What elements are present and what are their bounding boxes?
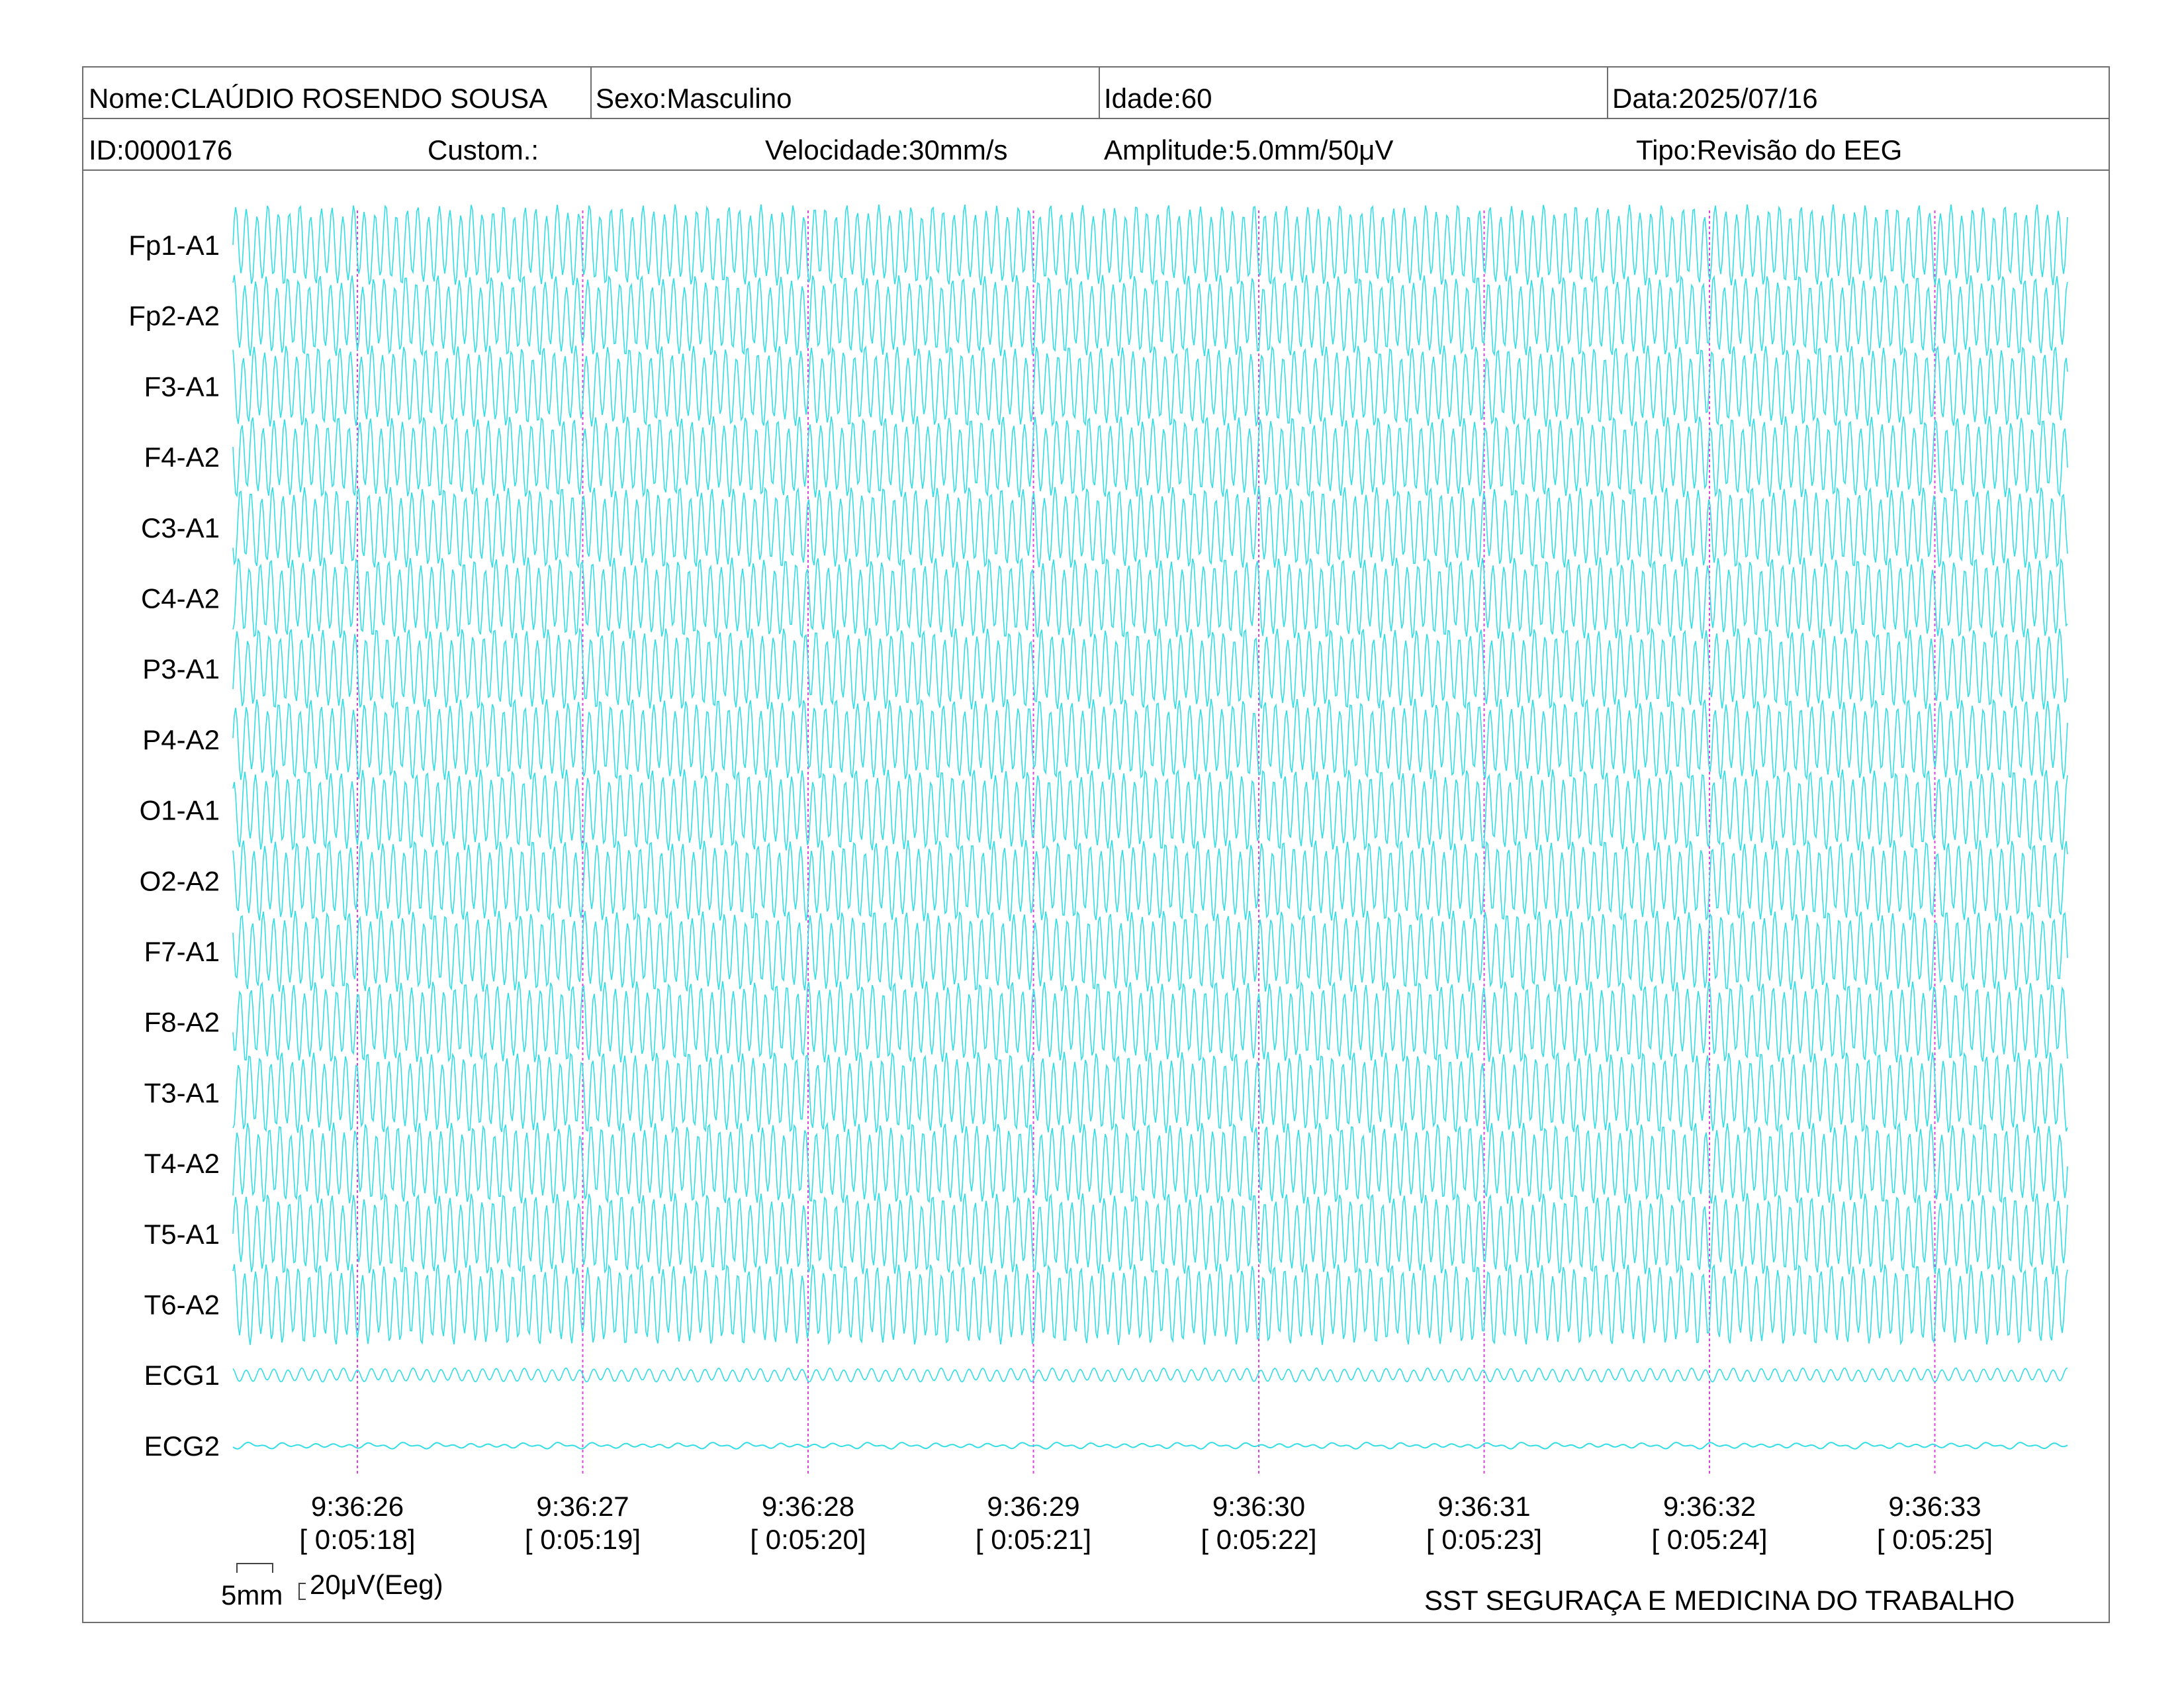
channel-label: F7-A1 (144, 936, 220, 967)
channel-label: ECG1 (144, 1360, 220, 1391)
channel-label: C3-A1 (141, 512, 220, 543)
time-labels: 9:36:26[ 0:05:18] 9:36:27[ 0:05:19] 9:36:2… (299, 1491, 1993, 1555)
elapsed-time-label: [ 0:05:18] (299, 1524, 415, 1555)
channel-label: O2-A2 (140, 865, 220, 896)
clock-time-label: 9:36:32 (1663, 1491, 1756, 1522)
elapsed-time-label: [ 0:05:21] (976, 1524, 1091, 1555)
clock-time-label: 9:36:31 (1437, 1491, 1530, 1522)
channel-label: C4-A2 (141, 583, 220, 614)
company-name: SST SEGURAÇA E MEDICINA DO TRABALHO (1424, 1585, 2015, 1616)
clock-time-label: 9:36:26 (311, 1491, 404, 1522)
channel-trace (232, 1193, 2068, 1275)
time-scale-icon (236, 1563, 273, 1573)
channel-trace (232, 910, 2068, 992)
channel-trace (232, 1442, 2068, 1450)
elapsed-time-label: [ 0:05:23] (1426, 1524, 1542, 1555)
elapsed-time-label: [ 0:05:25] (1877, 1524, 1993, 1555)
channel-trace (232, 981, 2068, 1063)
clock-time-label: 9:36:29 (987, 1491, 1079, 1522)
channel-label: ECG2 (144, 1430, 220, 1462)
channel-trace (232, 345, 2068, 428)
eeg-traces (232, 204, 2068, 1450)
elapsed-time-label: [ 0:05:24] (1651, 1524, 1767, 1555)
channel-label: F8-A2 (144, 1007, 220, 1038)
channel-label: Fp2-A2 (128, 301, 220, 332)
elapsed-time-label: [ 0:05:22] (1201, 1524, 1316, 1555)
channel-label: T6-A2 (144, 1289, 220, 1321)
elapsed-time-label: [ 0:05:19] (525, 1524, 641, 1555)
channel-trace (232, 204, 2068, 286)
channel-label: F3-A1 (144, 371, 220, 402)
channel-trace (232, 416, 2068, 498)
channel-label: F4-A2 (144, 442, 220, 473)
clock-time-label: 9:36:28 (762, 1491, 854, 1522)
channel-label: T4-A2 (144, 1148, 220, 1179)
channel-trace (232, 1367, 2068, 1383)
channel-trace (232, 557, 2068, 639)
clock-time-label: 9:36:27 (536, 1491, 629, 1522)
channel-trace (232, 769, 2068, 851)
amplitude-scale-label: 20μV(Eeg) (310, 1569, 443, 1600)
channel-trace (232, 487, 2068, 569)
channel-label: O1-A1 (140, 795, 220, 826)
channel-label: P3-A1 (142, 653, 220, 684)
elapsed-time-label: [ 0:05:20] (750, 1524, 866, 1555)
channel-labels: Fp1-A1 Fp2-A2 F3-A1 F4-A2 C3-A1 C4-A2 P3-A1 P4-… (128, 230, 220, 1462)
channel-trace (232, 1264, 2068, 1346)
amplitude-scale-icon (298, 1583, 306, 1600)
channel-label: P4-A2 (142, 724, 220, 755)
channel-label: T5-A1 (144, 1219, 220, 1250)
clock-time-label: 9:36:30 (1212, 1491, 1305, 1522)
time-scale-label: 5mm (221, 1579, 283, 1611)
eeg-chart: Fp1-A1 Fp2-A2 F3-A1 F4-A2 C3-A1 C4-A2 P3-A1 P4-… (128, 204, 2068, 1616)
channel-trace (232, 1121, 2068, 1204)
channel-label: Fp1-A1 (128, 230, 220, 261)
channel-trace (232, 839, 2068, 922)
channel-label: T3-A1 (144, 1077, 220, 1108)
clock-time-label: 9:36:33 (1888, 1491, 1981, 1522)
channel-trace (232, 627, 2068, 710)
scale-bar: 5mm 20μV(Eeg) (221, 1563, 443, 1611)
channel-trace (232, 1051, 2068, 1134)
channel-trace (232, 275, 2068, 357)
channel-trace (232, 698, 2068, 781)
